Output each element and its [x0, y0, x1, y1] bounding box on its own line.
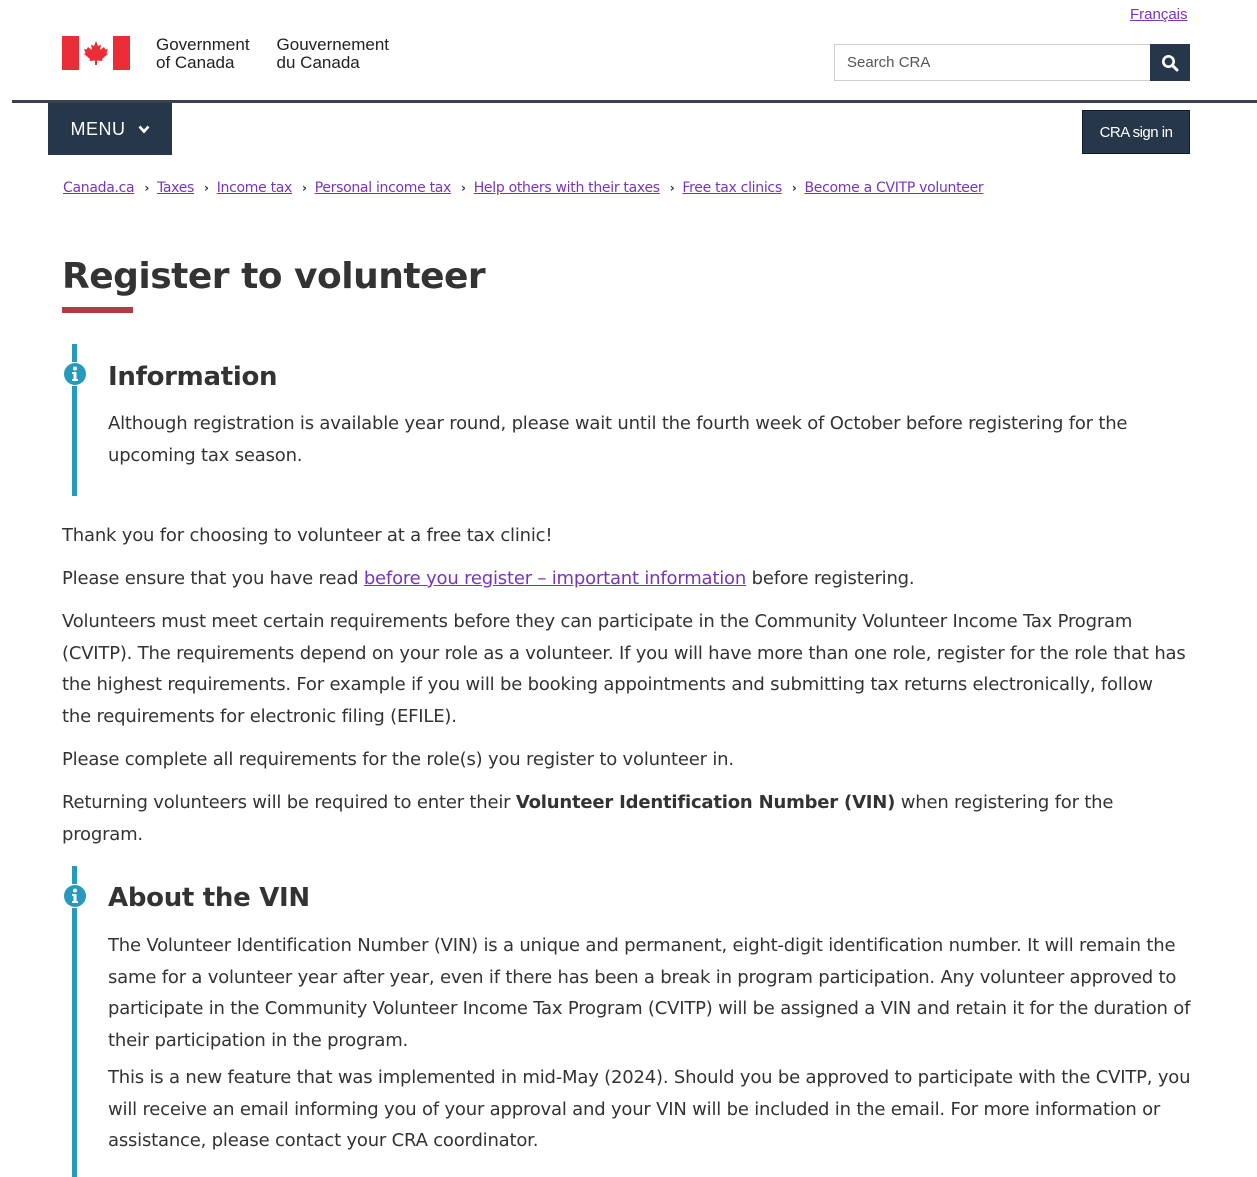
- complete-paragraph: Please complete all requirements for the…: [62, 749, 734, 770]
- chevron-right-icon: ›: [144, 181, 149, 195]
- chevron-right-icon: ›: [302, 181, 307, 195]
- information-alert: Information Although registration is ava…: [63, 344, 1202, 496]
- page-title: Register to volunteer: [62, 256, 486, 297]
- vin-description: The Volunteer Identification Number (VIN…: [108, 935, 1191, 1051]
- chevron-right-icon: ›: [669, 181, 675, 195]
- chevron-right-icon: ›: [204, 181, 209, 195]
- gov-name-fr: Gouvernement du Canada: [276, 35, 389, 72]
- chevron-down-icon: [138, 125, 149, 133]
- menu-button[interactable]: MENU: [48, 103, 172, 155]
- alert-text: Although registration is available year …: [108, 413, 1128, 466]
- menu-label: MENU: [70, 118, 126, 139]
- chevron-right-icon: ›: [791, 181, 797, 195]
- breadcrumb-become-volunteer[interactable]: Become a CVITP volunteer: [804, 180, 983, 196]
- breadcrumb-income-tax[interactable]: Income tax: [217, 180, 293, 196]
- header-divider: [12, 100, 1257, 103]
- search-form: [834, 44, 1190, 81]
- vin-new-feature: This is a new feature that was implement…: [108, 1067, 1191, 1151]
- search-input[interactable]: [834, 44, 1150, 81]
- language-toggle-link[interactable]: Français: [1130, 6, 1188, 23]
- breadcrumb: Canada.ca › Taxes › Income tax › Personal i…: [63, 180, 984, 196]
- breadcrumb-free-tax-clinics[interactable]: Free tax clinics: [682, 180, 782, 196]
- info-icon: [63, 884, 87, 908]
- alert-heading: Information: [108, 362, 278, 392]
- title-underline: [62, 307, 133, 313]
- breadcrumb-personal-income-tax[interactable]: Personal income tax: [315, 180, 452, 196]
- chevron-right-icon: ›: [461, 181, 466, 195]
- ensure-paragraph: Please ensure that you have read before …: [62, 568, 915, 589]
- vin-term: Volunteer Identification Number (VIN): [515, 792, 896, 813]
- search-button[interactable]: [1150, 44, 1190, 81]
- info-icon: [63, 362, 87, 386]
- alert-heading: About the VIN: [108, 883, 310, 913]
- gov-name-en: Government of Canada: [156, 35, 250, 72]
- cra-sign-in-button[interactable]: CRA sign in: [1082, 110, 1190, 154]
- returning-paragraph: Returning volunteers will be required to…: [62, 792, 1114, 845]
- canada-flag-icon: [62, 36, 130, 70]
- breadcrumb-taxes[interactable]: Taxes: [157, 180, 194, 196]
- important-information-link[interactable]: before you register – important informat…: [364, 568, 746, 589]
- search-icon: [1162, 54, 1179, 71]
- requirements-paragraph: Volunteers must meet certain requirement…: [62, 611, 1186, 727]
- breadcrumb-help-others[interactable]: Help others with their taxes: [474, 180, 660, 196]
- breadcrumb-canada[interactable]: Canada.ca: [63, 180, 135, 196]
- government-of-canada-logo[interactable]: Government of Canada Gouvernement du Can…: [62, 36, 416, 72]
- about-vin-alert: About the VIN The Volunteer Identificati…: [63, 866, 1202, 1177]
- thanks-paragraph: Thank you for choosing to volunteer at a…: [62, 525, 553, 546]
